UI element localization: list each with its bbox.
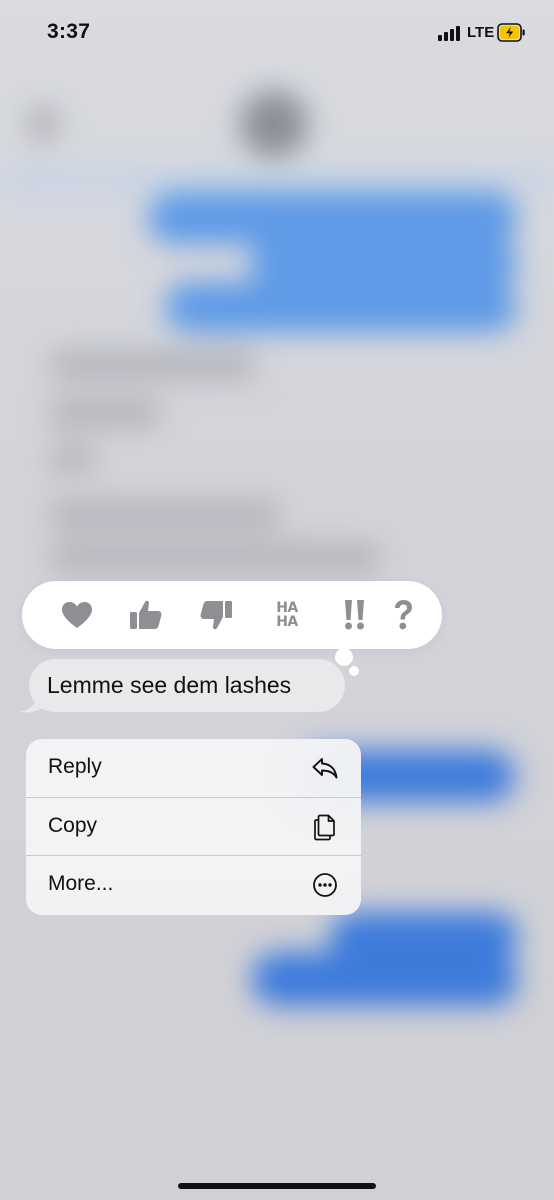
question-mark-icon	[395, 600, 412, 630]
received-message-bubble[interactable]: Lemme see dem lashes	[29, 659, 345, 712]
blurred-sent-bubble	[148, 192, 518, 244]
tapback-tail-dot	[349, 666, 359, 676]
network-type-label: LTE	[467, 24, 495, 41]
blurred-received-text	[50, 500, 280, 530]
blurred-received-text	[50, 543, 380, 573]
blurred-received-text	[50, 350, 255, 380]
cellular-signal-icon	[438, 25, 462, 41]
blurred-header-divider	[0, 170, 554, 190]
menu-item-reply[interactable]: Reply	[26, 739, 361, 797]
blurred-sent-bubble	[250, 240, 518, 286]
double-exclamation-icon	[345, 600, 364, 630]
menu-item-label: More...	[48, 872, 114, 895]
menu-item-more[interactable]: More...	[26, 855, 361, 914]
reaction-thumbs-up[interactable]	[121, 581, 171, 649]
menu-item-copy[interactable]: Copy	[26, 797, 361, 856]
reaction-haha[interactable]: HA HA	[262, 581, 312, 649]
tapback-reaction-bar: HA HA	[22, 581, 442, 649]
status-time: 3:37	[47, 20, 91, 43]
more-ellipsis-circle-icon	[313, 873, 337, 897]
menu-item-label: Copy	[48, 814, 98, 837]
message-text: Lemme see dem lashes	[47, 672, 292, 698]
reaction-heart[interactable]	[52, 581, 102, 649]
tapback-tail-bubble	[335, 648, 353, 666]
blurred-back-button	[28, 105, 58, 143]
haha-icon: HA HA	[276, 600, 298, 630]
blurred-contact-avatar	[240, 90, 308, 158]
blurred-received-text	[50, 398, 160, 428]
heart-icon	[62, 601, 92, 628]
status-bar: 3:37 LTE	[0, 0, 554, 70]
thumbs-up-icon	[130, 600, 162, 629]
menu-item-label: Reply	[48, 755, 102, 778]
message-context-menu: Reply Copy More...	[26, 739, 361, 915]
blurred-sent-bubble	[165, 282, 517, 332]
reaction-emphasize[interactable]	[330, 581, 380, 649]
home-indicator[interactable]	[178, 1183, 376, 1189]
reaction-question[interactable]	[378, 581, 428, 649]
reply-arrow-icon	[312, 758, 338, 779]
blurred-sent-bubble	[252, 952, 518, 1006]
battery-charging-icon	[497, 23, 525, 42]
thumbs-down-icon	[200, 601, 232, 630]
reaction-thumbs-down[interactable]	[191, 581, 241, 649]
blurred-received-text	[50, 445, 95, 473]
copy-documents-icon	[314, 814, 335, 841]
